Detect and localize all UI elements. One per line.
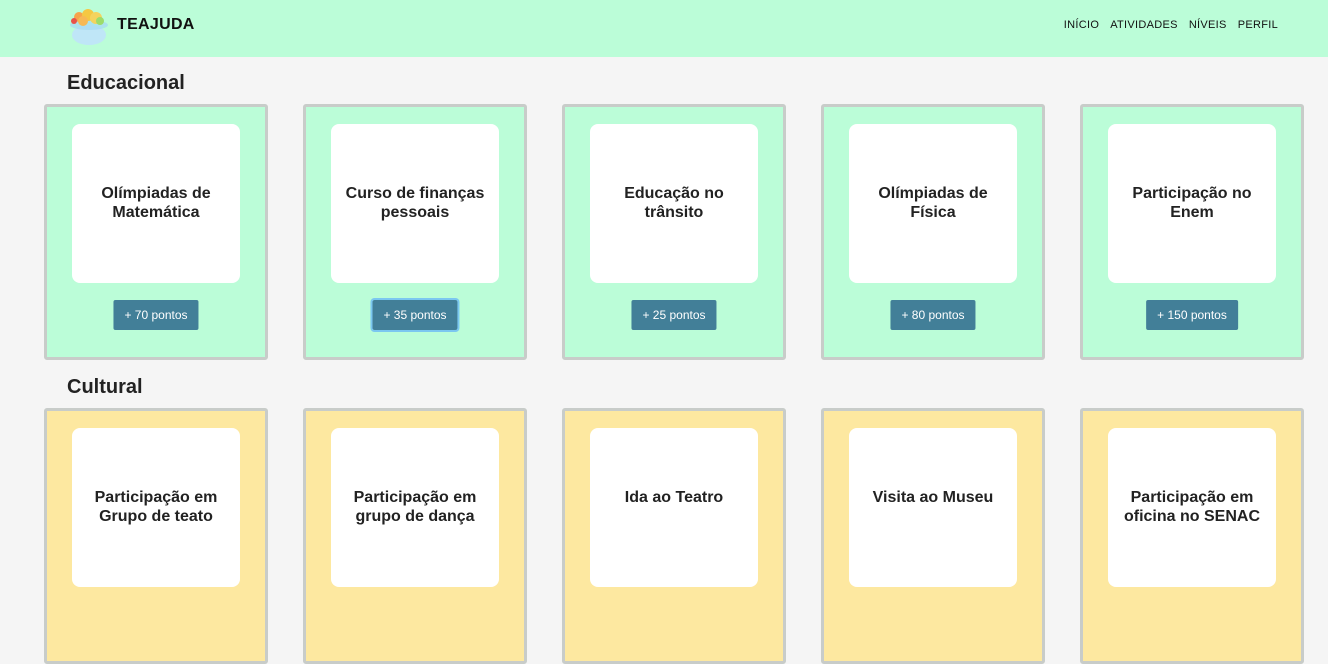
points-button[interactable]: + 25 pontos — [631, 300, 717, 330]
activity-card[interactable]: Participação em Grupo de teato — [44, 408, 268, 664]
card-title: Ida ao Teatro — [624, 489, 724, 506]
card-title: Visita ao Museu — [872, 489, 994, 506]
card-title-box: Participação em Grupo de teato — [72, 428, 240, 587]
card-title: Curso de finanças pessoais — [345, 185, 485, 221]
nav-niveis[interactable]: NÍVEIS — [1189, 19, 1227, 31]
activity-card[interactable]: Ida ao Teatro — [562, 408, 786, 664]
card-row-educacional: Olímpiadas de Matemática + 70 pontos Cur… — [44, 104, 1304, 360]
activity-card[interactable]: Visita ao Museu — [821, 408, 1045, 664]
points-button[interactable]: + 150 pontos — [1146, 300, 1238, 330]
activity-card[interactable]: Olímpiadas de Física + 80 pontos — [821, 104, 1045, 360]
card-title: Participação no Enem — [1132, 185, 1252, 221]
card-title: Participação em Grupo de teato — [94, 489, 218, 525]
nav-inicio[interactable]: INÍCIO — [1064, 19, 1099, 31]
activity-card[interactable]: Educação no trânsito + 25 pontos — [562, 104, 786, 360]
card-title: Participação em grupo de dança — [353, 489, 477, 525]
activity-card[interactable]: Participação em grupo de dança — [303, 408, 527, 664]
main-nav: INÍCIO ATIVIDADES NÍVEIS PERFIL — [1064, 19, 1278, 31]
card-title-box: Curso de finanças pessoais — [331, 124, 499, 283]
nav-atividades[interactable]: ATIVIDADES — [1110, 19, 1178, 31]
card-row-cultural: Participação em Grupo de teato Participa… — [44, 408, 1304, 664]
nav-perfil[interactable]: PERFIL — [1238, 19, 1278, 31]
points-button[interactable]: + 35 pontos — [370, 298, 460, 332]
card-title: Olímpiadas de Matemática — [101, 185, 211, 221]
card-title-box: Olímpiadas de Física — [849, 124, 1017, 283]
section-title-cultural: Cultural — [67, 376, 143, 398]
card-title-box: Ida ao Teatro — [590, 428, 758, 587]
card-title-box: Participação no Enem — [1108, 124, 1276, 283]
card-title: Participação em oficina no SENAC — [1123, 489, 1260, 525]
activity-card[interactable]: Participação em oficina no SENAC — [1080, 408, 1304, 664]
card-title: Educação no trânsito — [624, 185, 724, 221]
activity-card[interactable]: Participação no Enem + 150 pontos — [1080, 104, 1304, 360]
activity-card[interactable]: Olímpiadas de Matemática + 70 pontos — [44, 104, 268, 360]
section-title-educacional: Educacional — [67, 72, 185, 94]
brand-name[interactable]: TEAJUDA — [117, 16, 195, 34]
points-button[interactable]: + 70 pontos — [113, 300, 199, 330]
card-title: Olímpiadas de Física — [878, 185, 988, 221]
logo-icon[interactable] — [69, 7, 109, 45]
header: TEAJUDA INÍCIO ATIVIDADES NÍVEIS PERFIL — [0, 0, 1328, 57]
card-title-box: Visita ao Museu — [849, 428, 1017, 587]
activity-card[interactable]: Curso de finanças pessoais + 35 pontos — [303, 104, 527, 360]
card-title-box: Olímpiadas de Matemática — [72, 124, 240, 283]
card-title-box: Educação no trânsito — [590, 124, 758, 283]
points-button[interactable]: + 80 pontos — [890, 300, 976, 330]
card-title-box: Participação em oficina no SENAC — [1108, 428, 1276, 587]
card-title-box: Participação em grupo de dança — [331, 428, 499, 587]
